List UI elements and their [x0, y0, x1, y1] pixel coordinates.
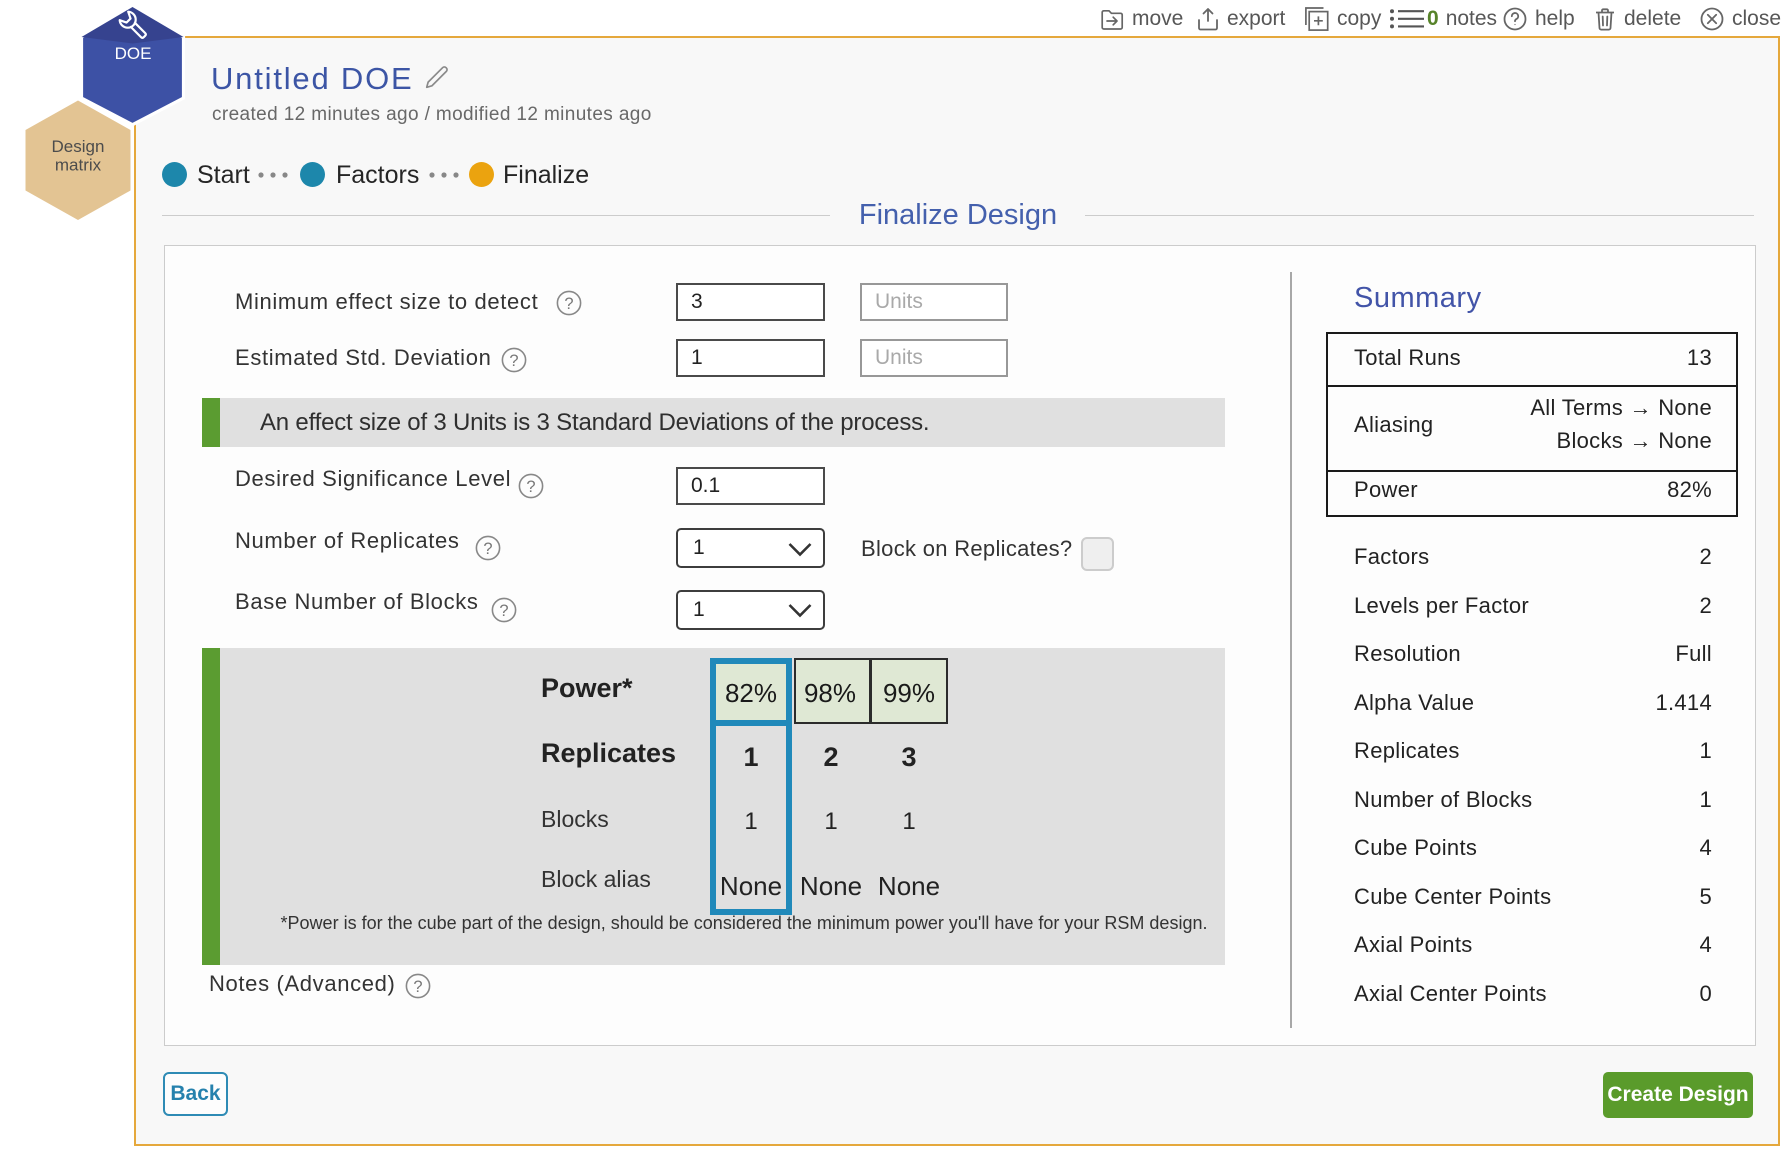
- svg-text:DOE: DOE: [115, 44, 152, 63]
- svg-text:?: ?: [526, 478, 535, 496]
- svg-text:?: ?: [509, 352, 518, 370]
- svg-text:?: ?: [483, 540, 492, 558]
- svg-text:Design: Design: [52, 137, 105, 156]
- svg-text:?: ?: [499, 602, 508, 620]
- svg-text:?: ?: [564, 295, 573, 313]
- svg-text:matrix: matrix: [55, 156, 102, 175]
- svg-text:?: ?: [413, 978, 422, 996]
